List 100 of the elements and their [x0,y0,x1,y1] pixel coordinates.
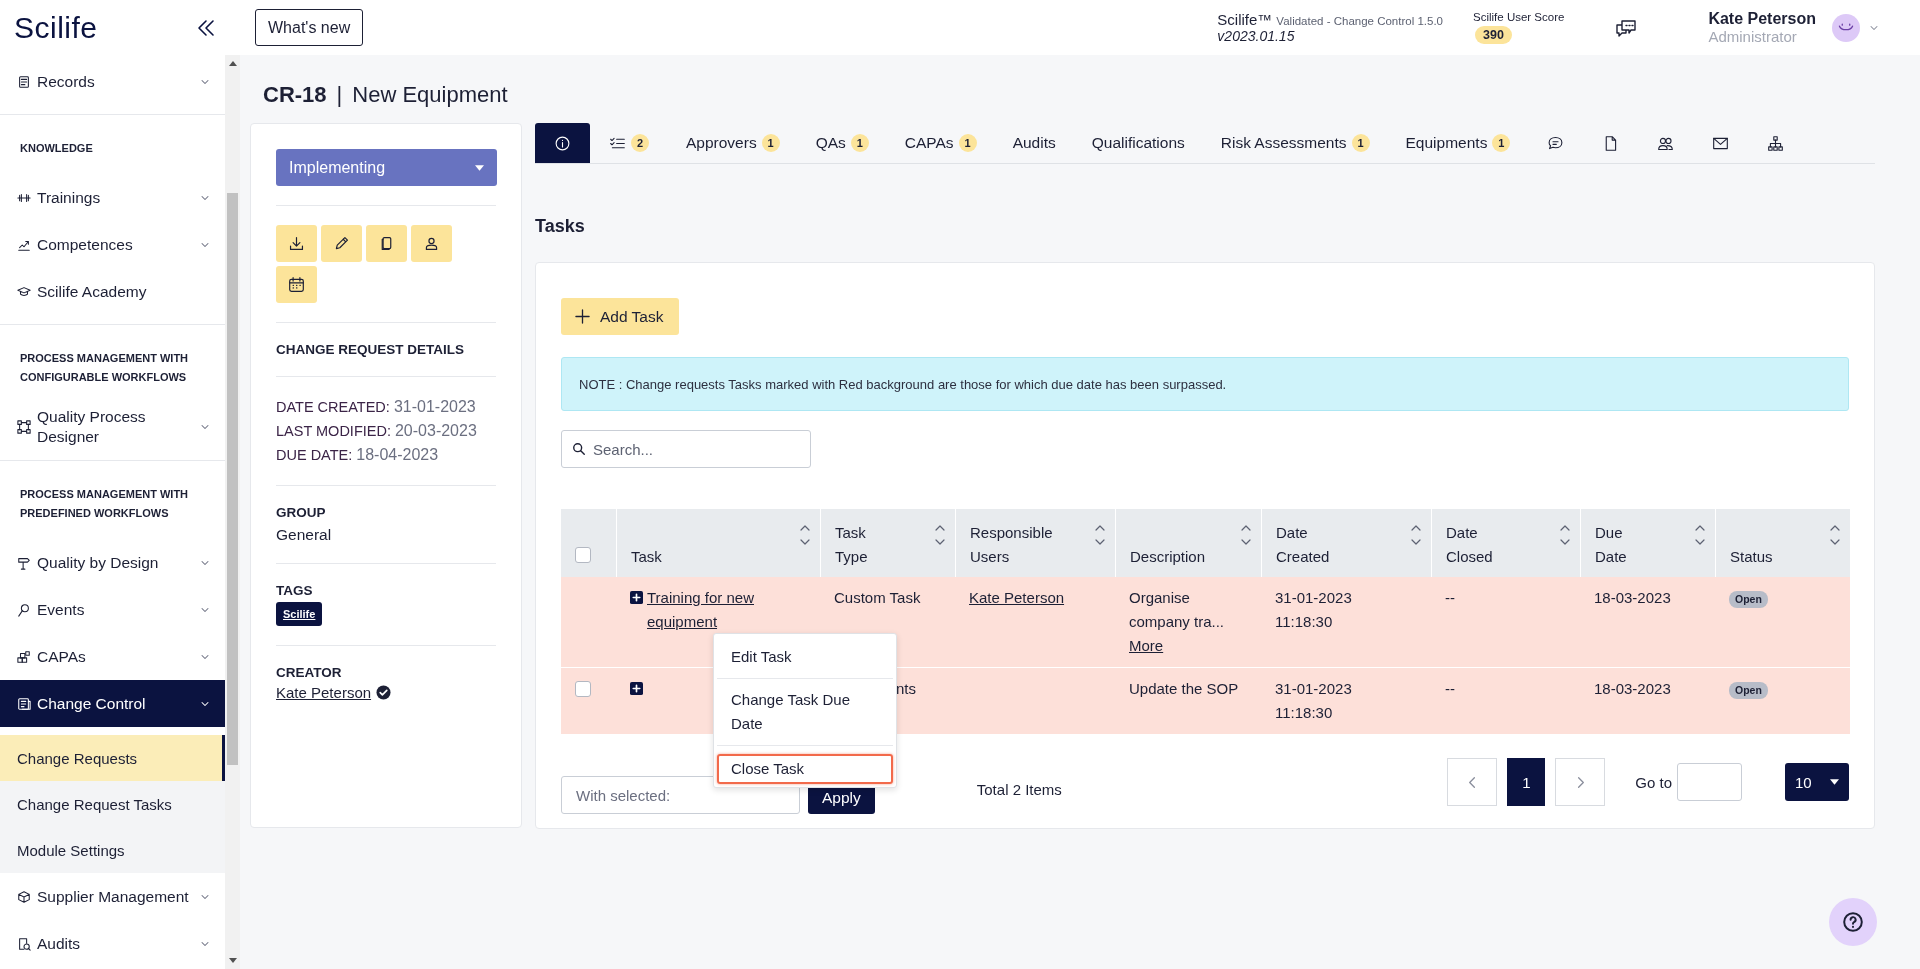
field-label: DATE CREATED: [276,399,390,415]
sidebar-item[interactable]: Supplier Management [0,873,225,920]
pencil-icon [333,235,350,252]
sidebar-item[interactable]: Records [0,58,225,105]
help-button[interactable] [1829,898,1877,946]
tag[interactable]: Scilife [276,602,323,626]
sidebar-item[interactable]: Quality by Design [0,539,225,586]
collapse-icon[interactable] [196,17,216,38]
sidebar-subitem[interactable]: Change Requests [0,735,225,781]
section-heading: GROUP [276,505,327,520]
count-badge: 1 [1492,134,1511,152]
user-icon [423,235,440,252]
status-dropdown[interactable]: Implementing [276,149,497,186]
table-cell-text: nts [896,679,916,699]
tab[interactable]: CAPAs 1 [886,123,995,163]
sidebar-item[interactable]: Quality Process Designer [0,403,225,451]
tab[interactable]: Equipments 1 [1387,123,1529,163]
pin-icon [17,602,31,617]
menu-item[interactable]: Change Task Due Date [717,679,893,746]
sort-icon [935,524,945,546]
bulk-action-select[interactable]: With selected: [561,776,800,814]
tab[interactable]: 2 [590,123,668,163]
task-link[interactable]: Training for new equipment [647,586,797,634]
section-title: Tasks [535,215,585,237]
sidebar-item[interactable]: CAPAs [0,633,225,680]
copy-button[interactable] [366,225,407,262]
sort-icon [1411,524,1421,546]
sidebar-subitem[interactable]: Change Request Tasks [0,781,225,827]
field-label: LAST MODIFIED: [276,423,391,439]
table-cell-text: -- [1445,679,1456,699]
status-badge: Open [1729,591,1768,608]
user-button[interactable] [411,225,452,262]
tab[interactable]: Approvers 1 [668,123,798,163]
menu-item[interactable]: Close Task [717,754,893,784]
checkbox[interactable] [575,547,591,563]
section-heading: CHANGE REQUEST DETAILS [276,342,465,357]
download-button[interactable] [276,225,317,262]
tab[interactable]: Risk Assessments 1 [1202,123,1388,163]
sitemap-icon [1767,134,1785,152]
page-size-select[interactable]: 10 [1785,763,1849,801]
checkbox[interactable] [575,681,591,697]
count-badge: 1 [850,134,869,152]
add-task-button[interactable]: Add Task [561,298,680,335]
field-value: 20-03-2023 [394,422,477,439]
total-count: Total 2 Items [976,780,1062,798]
section-heading: TAGS [276,583,314,598]
sidebar-item[interactable]: Events [0,586,225,633]
expand-plus-icon[interactable] [630,682,643,695]
graduation-cap-icon [17,284,31,299]
user-role: Administrator [1708,28,1798,45]
status-badge: Open [1729,682,1768,699]
sidebar-subitem[interactable]: Module Settings [0,827,225,873]
score-label: Scilife User Score [1473,11,1565,23]
calendar-icon [288,276,305,293]
page-button[interactable]: 1 [1507,758,1546,806]
product-version: v2023.01.15 [1217,28,1296,44]
count-badge: 1 [1351,134,1370,152]
logo: Scilife [14,10,98,45]
record-code: CR-18 [263,82,327,108]
more-link[interactable]: More [1129,634,1164,658]
calendar-button[interactable] [276,266,317,303]
table-cell-text: 18-03-2023 [1594,588,1672,608]
table-cell-text: -- [1445,588,1456,608]
sort-icon [1560,524,1570,546]
document-list-icon [17,696,31,711]
sidebar-item[interactable]: Scilife Academy [0,268,225,315]
magnifier-document-icon [17,936,31,951]
tab[interactable]: Audits [994,123,1074,163]
pencil-button[interactable] [321,225,362,262]
info-icon [554,134,571,152]
tab[interactable]: QAs 1 [797,123,887,163]
flowchart-icon [17,420,31,434]
table-cell-text: Organise company tra... [1129,588,1226,632]
expand-plus-icon[interactable] [630,591,643,604]
goto-field[interactable] [1677,763,1742,801]
table-cell: Custom Task [834,589,921,606]
whats-new-button[interactable]: What's new [255,9,364,46]
signpost-icon [17,555,31,570]
scrollbar[interactable] [225,55,240,969]
title-separator: | [336,82,343,108]
sidebar-item[interactable]: Trainings [0,174,225,221]
field-value: 31-01-2023 [393,398,476,415]
sidebar-item[interactable]: Change Control [0,680,225,727]
user-link[interactable]: Kate Peterson [969,589,1065,606]
tab[interactable]: Qualifications [1073,123,1203,163]
table-cell-text: 18-03-2023 [1594,679,1672,699]
creator-link[interactable]: Kate Peterson [276,684,372,701]
count-badge: 1 [761,134,780,152]
tab[interactable] [535,123,590,163]
field-label: DUE DATE: [276,447,353,463]
search-icon [572,442,586,456]
goto-label: Go to [1635,773,1672,791]
sidebar-item[interactable]: Audits [0,920,225,967]
sidebar-item[interactable]: Competences [0,221,225,268]
search-field[interactable]: Search... [561,430,811,468]
count-badge: 2 [631,134,649,152]
menu-item[interactable]: Edit Task [717,636,893,679]
group-value: General [276,526,333,544]
score-badge: 390 [1475,26,1512,44]
product-name: Scilife™ [1217,11,1273,28]
